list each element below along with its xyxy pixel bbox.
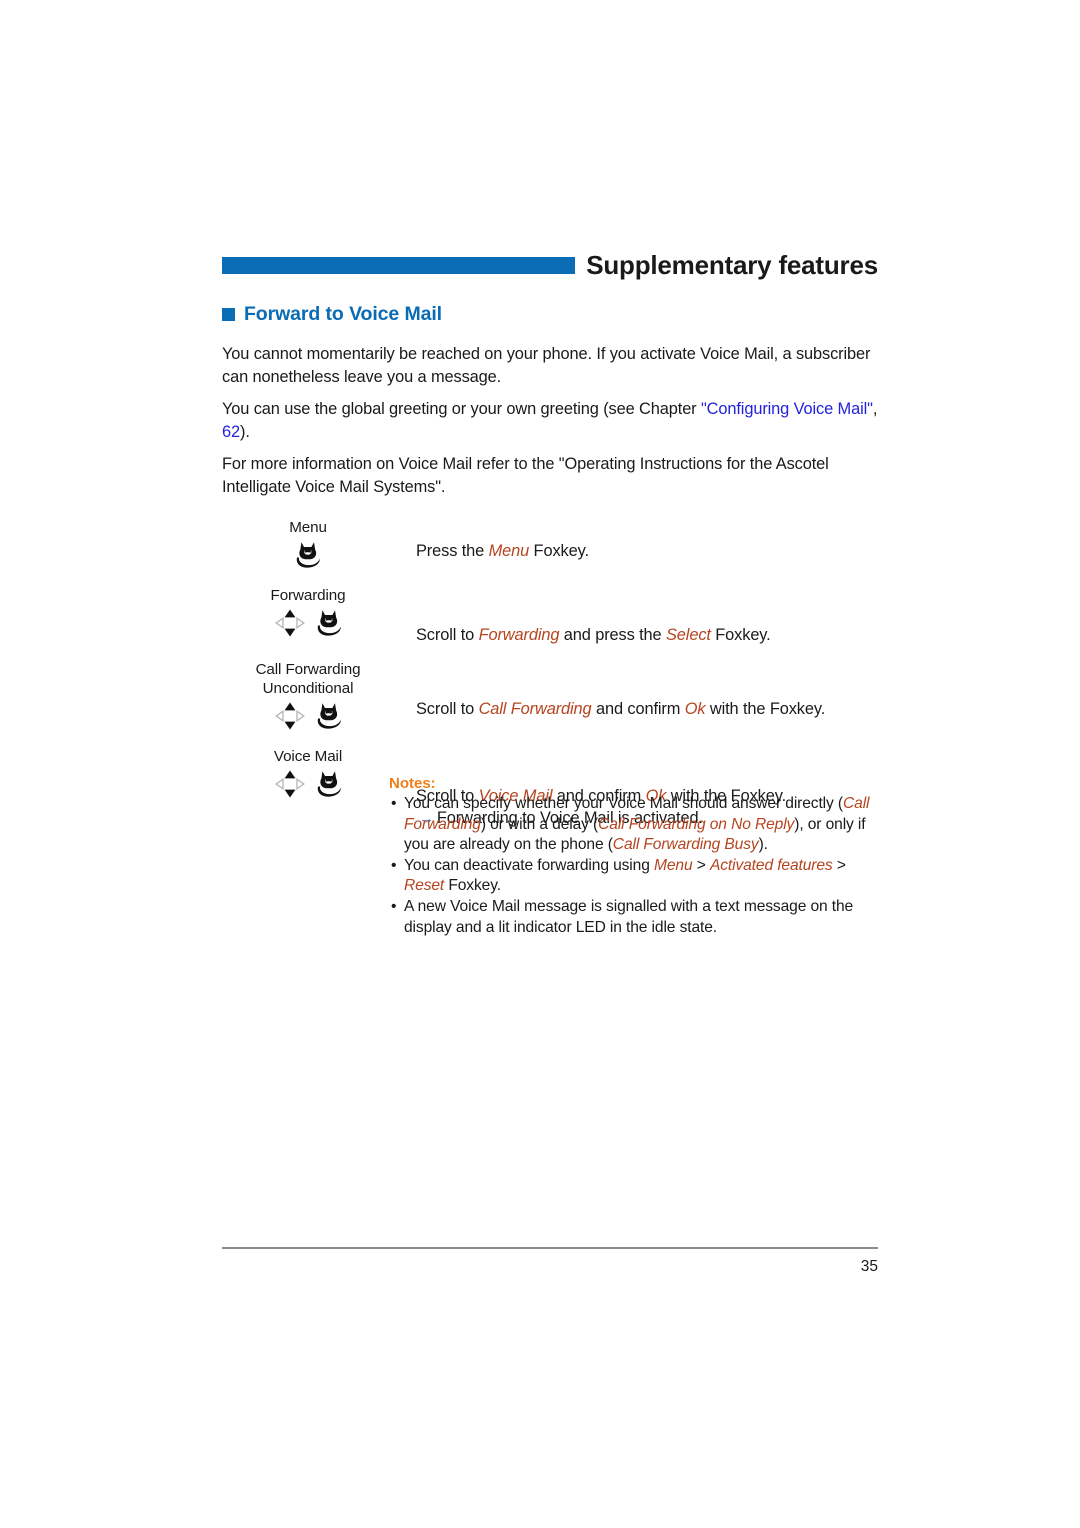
foxkey-icon <box>317 703 341 729</box>
page-header: Supplementary features <box>222 248 878 282</box>
note-1-part-1-emphasis: Menu <box>653 856 693 874</box>
procedure-step-instruction-text: Scroll to Call Forwarding and confirm Ok… <box>416 698 882 720</box>
instruction-part-4: Foxkey. <box>710 626 771 644</box>
procedure-step-instruction: Press the Menu Foxkey. <box>394 518 882 562</box>
procedure-step-display-label: Voice Mail <box>273 748 343 765</box>
procedure-step-instruction-text: Press the Menu Foxkey. <box>416 540 882 562</box>
foxkey-icon <box>317 610 341 636</box>
procedure-step-keys <box>222 538 394 572</box>
procedure-step-keys <box>222 767 394 801</box>
document-page: Supplementary features Forward to Voice … <box>0 0 1080 1528</box>
navigation-key-icon <box>274 770 305 798</box>
procedure-step: Forwarding Scroll to Forwarding and press… <box>222 586 882 646</box>
cross-reference-page-link[interactable]: 62 <box>222 423 240 441</box>
notes-title: Notes: <box>389 775 436 792</box>
instruction-part-1-emphasis: Forwarding <box>478 626 560 644</box>
note-0-part-6: ). <box>758 836 768 854</box>
paragraph-2-sep: , <box>872 400 878 418</box>
procedure-step-instruction: Scroll to Call Forwarding and confirm Ok… <box>394 660 882 720</box>
note-0-part-5-emphasis: Call Forwarding Busy <box>612 836 759 854</box>
notes-list: • You can specify whether your Voice Mail… <box>389 794 882 938</box>
notes-block: Notes: • You can specify whether your Voi… <box>389 775 882 938</box>
note-bullet-icon: • <box>391 897 397 915</box>
procedure-step-display-label: Forwarding <box>270 587 346 604</box>
procedure-step-keys <box>222 606 394 640</box>
procedure-step-display: Call Forwarding Unconditional <box>222 660 394 733</box>
instruction-part-0: Press the <box>416 542 489 560</box>
note-0-part-3-emphasis: Call Forwarding on No Reply <box>598 815 795 833</box>
procedure-step-display-label: Menu <box>289 519 327 536</box>
foxkey-icon <box>317 771 341 797</box>
paragraph-2: You can use the global greeting or your … <box>222 398 882 444</box>
note-1-part-0: You can deactivate forwarding using <box>404 856 654 874</box>
note-2-part-0: A new Voice Mail message is signalled wi… <box>404 897 854 936</box>
note-1-part-6: Foxkey. <box>444 877 501 895</box>
header-rule-bar <box>222 256 576 274</box>
instruction-part-2: and confirm <box>591 700 685 718</box>
instruction-part-0: Scroll to <box>416 700 479 718</box>
note-1-part-3-emphasis: Activated features <box>709 856 833 874</box>
instruction-part-4: with the Foxkey. <box>705 700 826 718</box>
instruction-part-0: Scroll to <box>416 626 479 644</box>
paragraph-3: For more information on Voice Mail refer… <box>222 455 829 496</box>
note-item: • You can deactivate forwarding using Men… <box>389 856 882 897</box>
navigation-key-icon <box>274 609 305 637</box>
paragraph-1: You cannot momentarily be reached on you… <box>222 345 871 386</box>
procedure-step-display: Voice Mail <box>222 747 394 801</box>
procedure-step-instruction: Scroll to Forwarding and press the Selec… <box>394 586 882 646</box>
note-item: • You can specify whether your Voice Mail… <box>389 794 882 856</box>
cross-reference-link[interactable]: "Configuring Voice Mail" <box>701 400 873 418</box>
procedure-step: Menu Press the Menu Foxkey. <box>222 518 882 572</box>
paragraph-2-tail: ). <box>240 423 250 441</box>
procedure-step-display: Forwarding <box>222 586 394 640</box>
procedure-step-instruction-text: Scroll to Forwarding and press the Selec… <box>416 624 882 646</box>
instruction-part-2: and press the <box>559 626 666 644</box>
instruction-part-3-emphasis: Ok <box>684 700 706 718</box>
navigation-key-icon <box>274 702 305 730</box>
procedure-step-display: Menu <box>222 518 394 572</box>
note-bullet-icon: • <box>391 795 397 812</box>
page-title: Supplementary features <box>586 250 878 280</box>
instruction-part-2: Foxkey. <box>529 542 589 560</box>
square-bullet-icon <box>222 308 235 322</box>
instruction-part-1-emphasis: Menu <box>488 542 530 560</box>
section-heading: Forward to Voice Mail <box>222 303 442 325</box>
intro-paragraphs: You cannot momentarily be reached on you… <box>222 343 882 499</box>
note-1-part-2: > <box>692 856 710 874</box>
note-item: • A new Voice Mail message is signalled w… <box>389 897 882 938</box>
note-bullet-icon: • <box>391 856 397 874</box>
note-0-part-0: You can specify whether your Voice Mail … <box>404 795 843 812</box>
foxkey-icon <box>296 542 320 568</box>
footer-rule <box>222 1247 878 1249</box>
instruction-part-3-emphasis: Select <box>666 626 711 644</box>
paragraph-2-lead: You can use the global greeting or your … <box>222 400 701 418</box>
note-1-part-4: > <box>832 856 846 874</box>
procedure-step: Call Forwarding Unconditional Scroll to C… <box>222 660 882 733</box>
procedure-step-display-label: Call Forwarding Unconditional <box>255 661 361 697</box>
section-heading-label: Forward to Voice Mail <box>244 303 442 325</box>
note-1-part-5-emphasis: Reset <box>404 877 445 895</box>
procedure-step-keys <box>222 699 394 733</box>
note-0-part-2: ) or with a delay ( <box>480 815 599 833</box>
page-number: 35 <box>860 1258 878 1275</box>
instruction-part-1-emphasis: Call Forwarding <box>478 700 592 718</box>
